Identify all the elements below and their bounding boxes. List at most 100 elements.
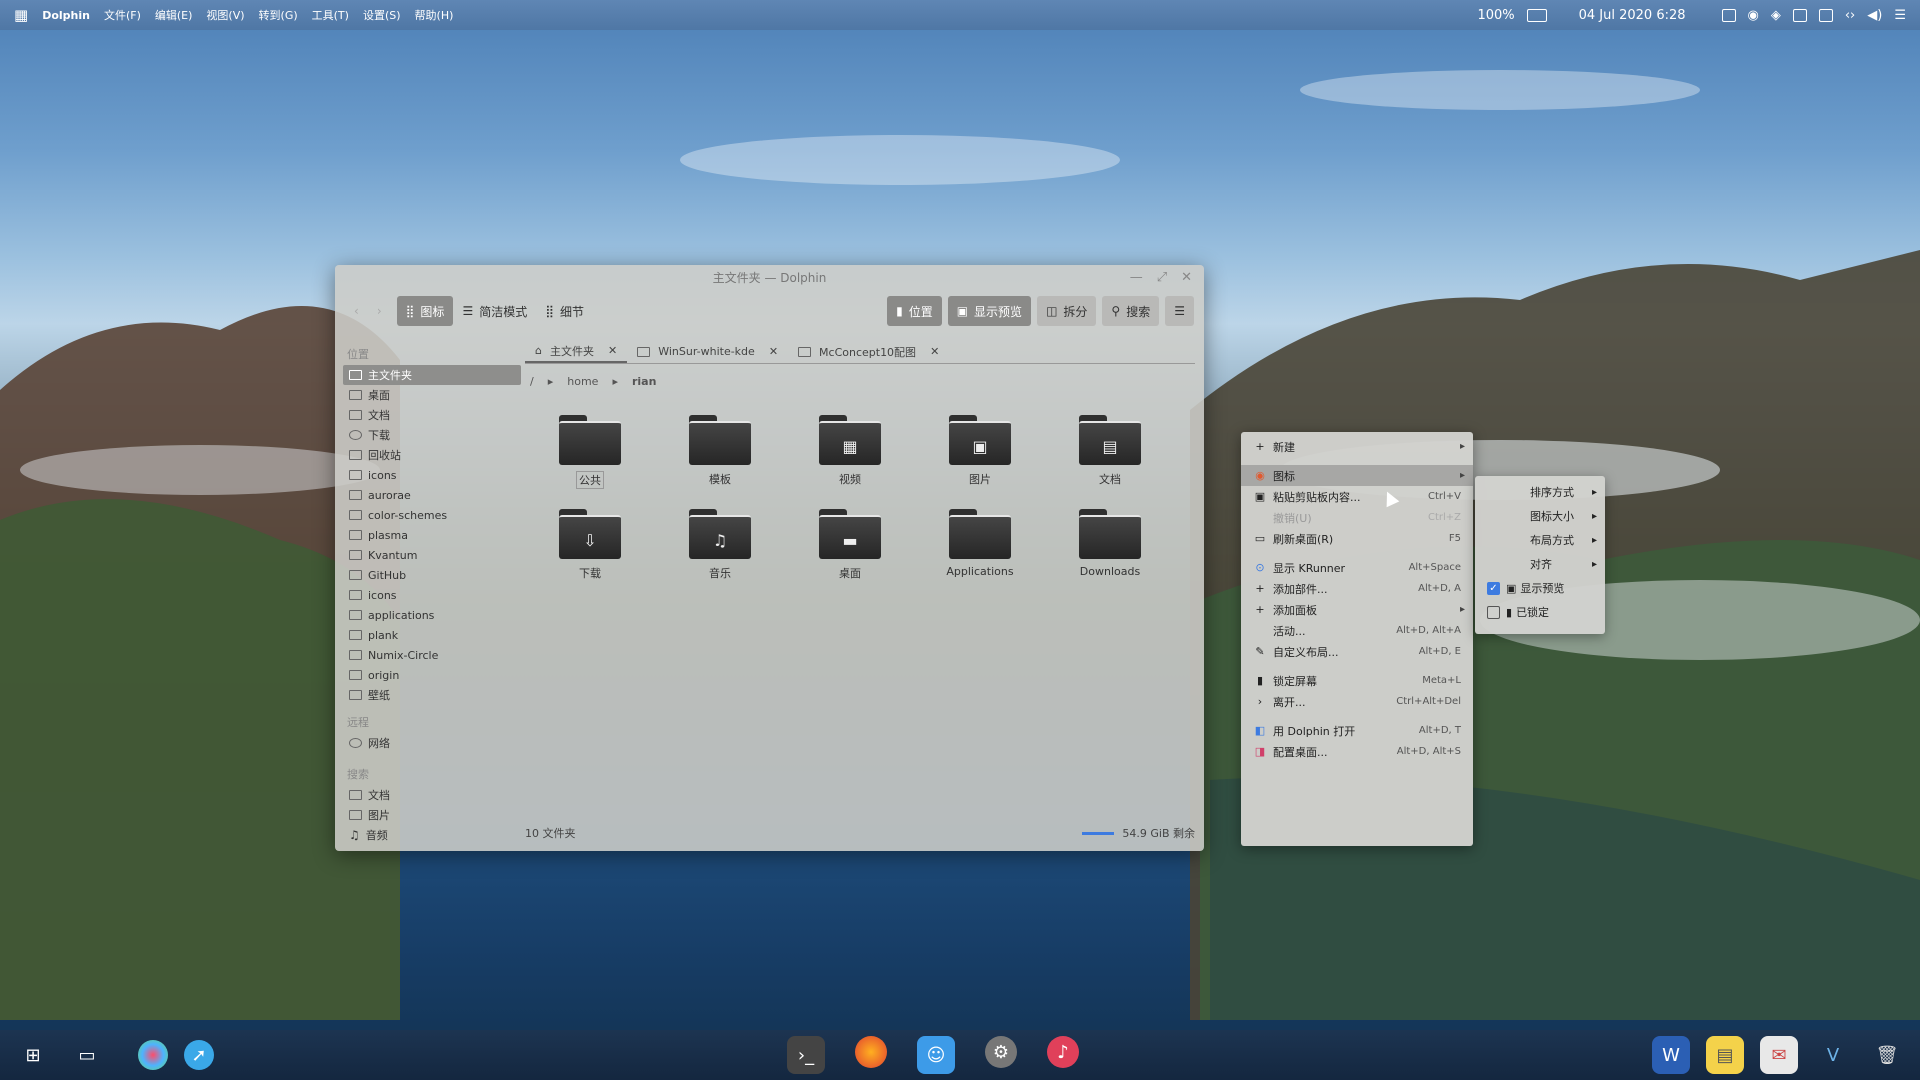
menu-refresh[interactable]: ▭ 刷新桌面(R) F5: [1241, 528, 1473, 549]
app-launcher-icon[interactable]: ▦: [14, 6, 28, 24]
place-desktop[interactable]: 桌面: [343, 385, 521, 405]
place-documents[interactable]: 文档: [343, 405, 521, 425]
volume-icon[interactable]: ◀): [1867, 8, 1882, 23]
color-picker-icon[interactable]: [138, 1040, 168, 1070]
crumb-current[interactable]: rian: [632, 375, 656, 388]
submenu-icon-size[interactable]: 图标大小 ▸: [1475, 504, 1605, 528]
menu-icons[interactable]: ◉ 图标 ▸: [1241, 465, 1473, 486]
file-item[interactable]: Downloads: [1045, 509, 1175, 581]
places-button[interactable]: ▮ 位置: [887, 296, 942, 326]
place-plank[interactable]: plank: [343, 625, 521, 645]
file-item[interactable]: ▬ 桌面: [785, 509, 915, 581]
menu-krunner[interactable]: ⊙ 显示 KRunner Alt+Space: [1241, 557, 1473, 578]
menu-tools[interactable]: 工具(T): [312, 7, 349, 23]
forward-button[interactable]: ›: [368, 296, 391, 326]
preview-button[interactable]: ▣ 显示预览: [947, 296, 1032, 326]
menu-file[interactable]: 文件(F): [104, 7, 141, 23]
minimize-icon[interactable]: —: [1130, 265, 1143, 291]
view-compact-button[interactable]: ☰ 简洁模式: [453, 296, 536, 326]
finder-icon[interactable]: ☺: [917, 1036, 955, 1074]
search-documents[interactable]: 文档: [343, 785, 521, 805]
clipboard-icon[interactable]: [1792, 8, 1807, 22]
search-images[interactable]: 图片: [343, 805, 521, 825]
place-network[interactable]: 网络: [343, 733, 521, 753]
place-wallpaper[interactable]: 壁纸: [343, 685, 521, 705]
music-player-icon[interactable]: ♪: [1047, 1036, 1079, 1068]
submenu-locked[interactable]: ▮ 已锁定: [1475, 600, 1605, 624]
tab-close-icon[interactable]: ✕: [608, 344, 617, 357]
mail-icon[interactable]: ✉: [1760, 1036, 1798, 1074]
menu-help[interactable]: 帮助(H): [415, 7, 454, 23]
place-home[interactable]: 主文件夹: [343, 365, 521, 385]
place-color-schemes[interactable]: color-schemes: [343, 505, 521, 525]
place-numix-circle[interactable]: Numix-Circle: [343, 645, 521, 665]
place-trash[interactable]: 回收站: [343, 445, 521, 465]
maximize-icon[interactable]: ⤢: [1157, 265, 1167, 291]
firefox-icon[interactable]: [855, 1036, 887, 1068]
menu-edit[interactable]: 编辑(E): [155, 7, 193, 23]
place-plasma[interactable]: plasma: [343, 525, 521, 545]
menu-add-widget[interactable]: + 添加部件... Alt+D, A: [1241, 578, 1473, 599]
menu-configure-desktop[interactable]: ◨ 配置桌面... Alt+D, Alt+S: [1241, 741, 1473, 762]
menu-open-dolphin[interactable]: ◧ 用 Dolphin 打开 Alt+D, T: [1241, 720, 1473, 741]
menu-leave[interactable]: › 离开... Ctrl+Alt+Del: [1241, 691, 1473, 712]
menu-lock-screen[interactable]: ▮ 锁定屏幕 Meta+L: [1241, 670, 1473, 691]
notification-icon[interactable]: [1721, 8, 1736, 22]
menu-add-panel[interactable]: + 添加面板 ▸: [1241, 599, 1473, 620]
menu-settings[interactable]: 设置(S): [363, 7, 401, 23]
menu-activities[interactable]: 活动... Alt+D, Alt+A: [1241, 620, 1473, 641]
menu-go[interactable]: 转到(G): [259, 7, 298, 23]
window-titlebar[interactable]: 主文件夹 — Dolphin — ⤢ ✕: [335, 265, 1204, 291]
kdeconnect-icon[interactable]: ‹›: [1845, 8, 1855, 23]
file-item[interactable]: ♫ 音乐: [655, 509, 785, 581]
tab-winsur[interactable]: WinSur-white-kde ✕: [627, 340, 788, 363]
place-aurorae[interactable]: aurorae: [343, 485, 521, 505]
place-origin[interactable]: origin: [343, 665, 521, 685]
crumb-root[interactable]: /: [530, 375, 534, 388]
crumb-home[interactable]: home: [567, 375, 598, 388]
vim-icon[interactable]: V: [1814, 1036, 1852, 1074]
trash-icon[interactable]: 🗑: [1868, 1036, 1906, 1074]
menu-paste[interactable]: ▣ 粘贴剪贴板内容... Ctrl+V: [1241, 486, 1473, 507]
close-icon[interactable]: ✕: [1181, 265, 1192, 291]
search-audio[interactable]: ♫ 音频: [343, 825, 521, 845]
file-item[interactable]: ⇩ 下载: [525, 509, 655, 581]
checkbox-icon[interactable]: [1487, 605, 1500, 619]
place-kvantum[interactable]: Kvantum: [343, 545, 521, 565]
file-item[interactable]: ▤ 文档: [1045, 415, 1175, 489]
task-view-icon[interactable]: ▭: [68, 1036, 106, 1074]
file-item[interactable]: 模板: [655, 415, 785, 489]
menu-customize-layout[interactable]: ✎ 自定义布局... Alt+D, E: [1241, 641, 1473, 662]
start-menu-icon[interactable]: ⊞: [14, 1036, 52, 1074]
search-button[interactable]: ⚲ 搜索: [1102, 296, 1160, 326]
menu-undo[interactable]: 撤销(U) Ctrl+Z: [1241, 507, 1473, 528]
notes-icon[interactable]: ▤: [1706, 1036, 1744, 1074]
place-applications[interactable]: applications: [343, 605, 521, 625]
back-button[interactable]: ‹: [345, 296, 368, 326]
split-button[interactable]: ◫ 拆分: [1037, 296, 1097, 326]
menu-new[interactable]: + 新建 ▸: [1241, 436, 1473, 457]
input-method-icon[interactable]: [1818, 8, 1833, 22]
file-item[interactable]: 公共: [525, 415, 655, 489]
tab-close-icon[interactable]: ✕: [930, 345, 939, 358]
tray-menu-icon[interactable]: ☰: [1894, 8, 1906, 23]
view-details-button[interactable]: ⣿ 细节: [536, 296, 593, 326]
place-icons-2[interactable]: icons: [343, 585, 521, 605]
tab-close-icon[interactable]: ✕: [769, 345, 778, 358]
place-downloads[interactable]: 下载: [343, 425, 521, 445]
browser-icon[interactable]: ➚: [184, 1040, 214, 1070]
menu-view[interactable]: 视图(V): [206, 7, 244, 23]
terminal-icon[interactable]: ›_: [787, 1036, 825, 1074]
submenu-align[interactable]: 对齐 ▸: [1475, 552, 1605, 576]
file-item[interactable]: ▦ 视频: [785, 415, 915, 489]
settings-icon[interactable]: ⚙: [985, 1036, 1017, 1068]
battery-icon[interactable]: [1526, 8, 1547, 22]
place-icons[interactable]: icons: [343, 465, 521, 485]
app-name[interactable]: Dolphin: [42, 9, 90, 22]
submenu-sort[interactable]: 排序方式 ▸: [1475, 480, 1605, 504]
media-icon[interactable]: ◉: [1748, 8, 1759, 23]
submenu-show-preview[interactable]: ✓ ▣ 显示预览: [1475, 576, 1605, 600]
file-item[interactable]: ▣ 图片: [915, 415, 1045, 489]
tab-home[interactable]: ⌂ 主文件夹 ✕: [525, 340, 628, 363]
shield-icon[interactable]: ◈: [1771, 8, 1781, 23]
